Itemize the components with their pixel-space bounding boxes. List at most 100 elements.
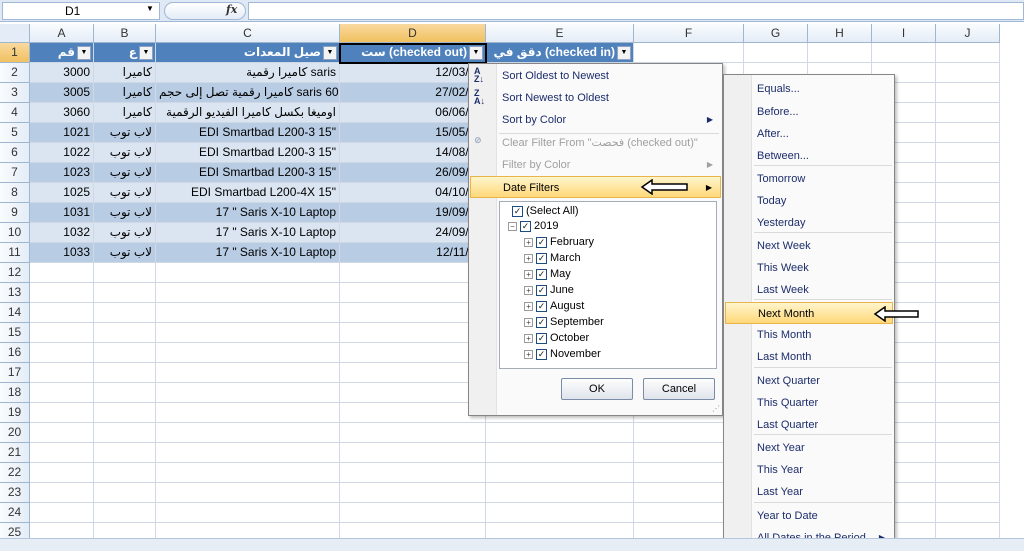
row-header-21[interactable]: 21 bbox=[0, 443, 30, 463]
table-cell[interactable]: 19/09/20 bbox=[340, 203, 486, 223]
table-header-cell[interactable]: قم ▼ bbox=[30, 43, 94, 63]
table-cell[interactable]: لاب توب bbox=[94, 223, 156, 243]
cell[interactable] bbox=[936, 423, 1000, 443]
date-filter-next-year[interactable]: Next Year bbox=[725, 437, 893, 459]
table-header-cell[interactable]: ست (checked out) ▼ bbox=[340, 43, 486, 63]
table-cell[interactable]: 12/03/20 bbox=[340, 63, 486, 83]
cell[interactable] bbox=[156, 503, 340, 523]
cell[interactable] bbox=[30, 423, 94, 443]
expand-icon[interactable]: + bbox=[524, 238, 533, 247]
checkbox-icon[interactable]: ✓ bbox=[536, 285, 547, 296]
collapse-icon[interactable]: − bbox=[508, 222, 517, 231]
table-cell[interactable]: EDI Smartbad L200-4X 15" bbox=[156, 183, 340, 203]
expand-icon[interactable]: + bbox=[524, 350, 533, 359]
table-cell[interactable]: كاميرا bbox=[94, 103, 156, 123]
cell[interactable] bbox=[30, 283, 94, 303]
formula-input[interactable] bbox=[248, 2, 1024, 20]
cell[interactable] bbox=[94, 403, 156, 423]
date-filter-next-week[interactable]: Next Week bbox=[725, 235, 893, 257]
table-cell[interactable]: 1032 bbox=[30, 223, 94, 243]
cell[interactable] bbox=[94, 363, 156, 383]
cell[interactable] bbox=[808, 43, 872, 63]
date-filter-between[interactable]: Between... bbox=[725, 145, 893, 167]
column-header-c[interactable]: C bbox=[156, 24, 340, 43]
table-cell[interactable]: 1025 bbox=[30, 183, 94, 203]
cell[interactable] bbox=[94, 343, 156, 363]
checkbox-icon[interactable]: ✓ bbox=[536, 317, 547, 328]
cell[interactable] bbox=[936, 203, 1000, 223]
cell[interactable] bbox=[94, 423, 156, 443]
table-cell[interactable]: 17 " Saris X-10 Laptop bbox=[156, 223, 340, 243]
expand-icon[interactable]: + bbox=[524, 302, 533, 311]
row-header-20[interactable]: 20 bbox=[0, 423, 30, 443]
table-cell[interactable]: 04/10/20 bbox=[340, 183, 486, 203]
row-header-3[interactable]: 3 bbox=[0, 83, 30, 103]
table-cell[interactable]: 3060 bbox=[30, 103, 94, 123]
tree-item-month[interactable]: + ✓ November bbox=[524, 347, 601, 362]
clear-filter-item[interactable]: ⊘ Clear Filter From "فحصت (checked out)" bbox=[470, 132, 721, 154]
expand-icon[interactable]: + bbox=[524, 286, 533, 295]
tree-item-year[interactable]: − ✓ 2019 bbox=[508, 219, 558, 234]
cell[interactable] bbox=[340, 443, 486, 463]
column-header-e[interactable]: E bbox=[486, 24, 634, 43]
row-header-13[interactable]: 13 bbox=[0, 283, 30, 303]
cell[interactable] bbox=[872, 43, 936, 63]
column-header-g[interactable]: G bbox=[744, 24, 808, 43]
table-cell[interactable]: 14/08/20 bbox=[340, 143, 486, 163]
filter-dropdown-button[interactable]: ▼ bbox=[469, 46, 483, 60]
date-filter-this-year[interactable]: This Year bbox=[725, 459, 893, 481]
resize-grip-icon[interactable]: ⋰ bbox=[712, 404, 720, 413]
cell[interactable] bbox=[936, 463, 1000, 483]
date-filter-this-week[interactable]: This Week bbox=[725, 257, 893, 279]
cell[interactable] bbox=[486, 463, 634, 483]
tree-item-select-all[interactable]: ✓ (Select All) bbox=[512, 204, 579, 219]
cell[interactable] bbox=[936, 323, 1000, 343]
cell[interactable] bbox=[94, 283, 156, 303]
cancel-button[interactable]: Cancel bbox=[643, 378, 715, 400]
cell[interactable] bbox=[936, 503, 1000, 523]
row-header-24[interactable]: 24 bbox=[0, 503, 30, 523]
horizontal-scrollbar[interactable] bbox=[0, 538, 1024, 551]
cell[interactable] bbox=[936, 343, 1000, 363]
table-cell[interactable]: لاب توب bbox=[94, 183, 156, 203]
column-header-i[interactable]: I bbox=[872, 24, 936, 43]
date-filter-last-month[interactable]: Last Month bbox=[725, 346, 893, 368]
name-box-dropdown-icon[interactable]: ▼ bbox=[146, 4, 154, 13]
row-header-10[interactable]: 10 bbox=[0, 223, 30, 243]
row-header-22[interactable]: 22 bbox=[0, 463, 30, 483]
cell[interactable] bbox=[936, 363, 1000, 383]
table-cell[interactable]: 1021 bbox=[30, 123, 94, 143]
table-cell[interactable]: 3005 bbox=[30, 83, 94, 103]
checkbox-icon[interactable]: ✓ bbox=[536, 237, 547, 248]
table-cell[interactable]: لاب توب bbox=[94, 243, 156, 263]
cell[interactable] bbox=[340, 263, 486, 283]
checkbox-icon[interactable]: ✓ bbox=[536, 333, 547, 344]
cell[interactable] bbox=[94, 503, 156, 523]
cell[interactable] bbox=[936, 443, 1000, 463]
cell[interactable] bbox=[340, 363, 486, 383]
date-filter-next-quarter[interactable]: Next Quarter bbox=[725, 370, 893, 392]
tree-item-month[interactable]: + ✓ March bbox=[524, 251, 581, 266]
cell[interactable] bbox=[936, 123, 1000, 143]
filter-dropdown-button[interactable]: ▼ bbox=[617, 46, 631, 60]
table-cell[interactable]: اوميغا بكسل كاميرا الفيديو الرقمية bbox=[156, 103, 340, 123]
table-cell[interactable]: 24/09/20 bbox=[340, 223, 486, 243]
cell[interactable] bbox=[94, 463, 156, 483]
cell[interactable] bbox=[156, 403, 340, 423]
table-cell[interactable]: EDI Smartbad L200-3 15" bbox=[156, 143, 340, 163]
table-cell[interactable]: كاميرا bbox=[94, 63, 156, 83]
cell[interactable] bbox=[340, 483, 486, 503]
row-header-5[interactable]: 5 bbox=[0, 123, 30, 143]
table-cell[interactable]: 12/11/20 bbox=[340, 243, 486, 263]
cell[interactable] bbox=[936, 103, 1000, 123]
cell[interactable] bbox=[156, 383, 340, 403]
cell[interactable] bbox=[30, 443, 94, 463]
tree-item-month[interactable]: + ✓ May bbox=[524, 267, 571, 282]
cell[interactable] bbox=[936, 143, 1000, 163]
table-cell[interactable]: 1033 bbox=[30, 243, 94, 263]
cell[interactable] bbox=[486, 503, 634, 523]
cell[interactable] bbox=[30, 503, 94, 523]
table-cell[interactable]: 26/09/20 bbox=[340, 163, 486, 183]
date-filter-equals[interactable]: Equals... bbox=[725, 78, 893, 100]
sort-newest-item[interactable]: Z A↓ Sort Newest to Oldest bbox=[470, 87, 721, 109]
